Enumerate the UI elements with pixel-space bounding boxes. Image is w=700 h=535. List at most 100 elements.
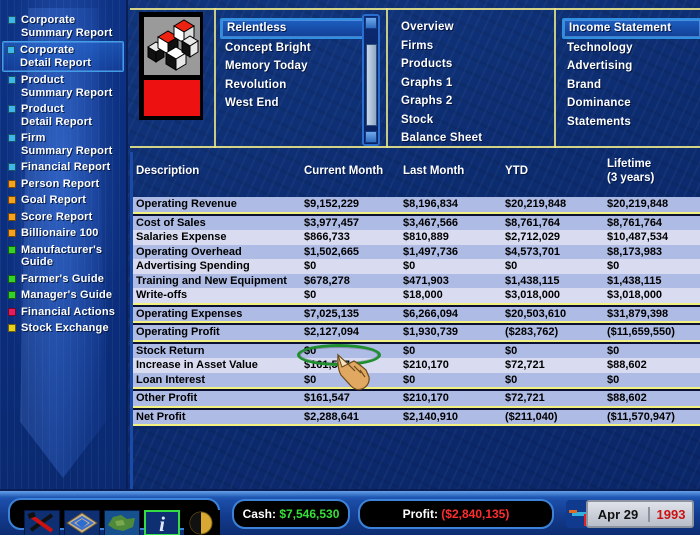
detail-item-advertising[interactable]: Advertising — [562, 57, 700, 76]
bullet-icon — [8, 134, 16, 142]
sidebar-item-2[interactable]: Product Summary Report — [3, 72, 123, 101]
table-row[interactable]: Loan Interest $0 $0 $0 $0 — [130, 372, 700, 387]
section-item-stock[interactable]: Stock — [396, 111, 546, 130]
row-description: Net Profit — [136, 410, 186, 423]
sidebar-item-label: Manager's Guide — [21, 289, 113, 301]
table-row[interactable]: Advertising Spending $0 $0 $0 $0 — [130, 259, 700, 274]
firm-item-relentless[interactable]: Relentless — [220, 18, 380, 39]
row-value: $8,761,764 — [607, 216, 663, 229]
compass-icon[interactable] — [184, 510, 220, 535]
row-value: $8,761,764 — [505, 216, 561, 229]
detail-item-statements[interactable]: Statements — [562, 113, 700, 132]
col-header-current-month: Current Month — [304, 165, 384, 177]
sidebar-item-7[interactable]: Goal Report — [3, 192, 123, 209]
sidebar-item-1[interactable]: Corporate Detail Report — [2, 41, 124, 72]
section-item-firms[interactable]: Firms — [396, 37, 546, 56]
row-value: $2,288,641 — [304, 410, 360, 423]
row-value: $2,712,029 — [505, 231, 561, 244]
firm-item-west-end[interactable]: West End — [220, 94, 380, 113]
row-description: Write-offs — [136, 289, 188, 302]
row-value: $10,487,534 — [607, 231, 669, 244]
detail-item-income-statement[interactable]: Income Statement — [562, 18, 700, 39]
table-row[interactable]: Increase in Asset Value $161,547 $210,170 $… — [130, 358, 700, 373]
sidebar-item-label: Corporate Detail Report — [20, 44, 92, 69]
table-row[interactable]: Other Profit $161,547 $210,170 $72,721 $88,6… — [130, 391, 700, 406]
scroll-up-button[interactable] — [365, 17, 377, 29]
table-row[interactable]: Operating Overhead $1,502,665 $1,497,736 $4… — [130, 244, 700, 259]
firm-item-memory-today[interactable]: Memory Today — [220, 57, 380, 76]
row-value: $72,721 — [505, 392, 545, 405]
row-value: $3,977,457 — [304, 216, 360, 229]
section-item-graphs-1[interactable]: Graphs 1 — [396, 74, 546, 93]
scrollbar-thumb[interactable] — [366, 44, 377, 126]
detail-item-technology[interactable]: Technology — [562, 39, 700, 58]
row-value: $3,018,000 — [607, 289, 663, 302]
bullet-icon — [8, 76, 16, 84]
firm-item-concept-bright[interactable]: Concept Bright — [220, 39, 380, 58]
row-value: $20,219,848 — [505, 198, 567, 211]
table-row[interactable]: Stock Return $0 $0 $0 $0 — [130, 343, 700, 358]
bullet-icon — [8, 324, 16, 332]
sidebar-item-label: Farmer's Guide — [21, 272, 105, 285]
row-description: Increase in Asset Value — [136, 359, 258, 372]
info-icon[interactable]: i — [144, 510, 180, 535]
tools-icon[interactable] — [24, 510, 60, 535]
cash-row: Cash: $7,546,530 — [243, 507, 340, 521]
row-value: $0 — [304, 344, 317, 357]
sidebar-item-13[interactable]: Financial Actions — [3, 304, 123, 321]
row-group-separator — [130, 424, 700, 429]
detail-item-dominance[interactable]: Dominance — [562, 94, 700, 113]
date-value: Apr 29 — [597, 506, 639, 522]
row-description: Training and New Equipment — [136, 274, 287, 287]
row-value: $1,438,115 — [607, 274, 662, 287]
section-menu: Overview Firms Products Graphs 1 Graphs … — [396, 18, 546, 148]
sidebar-item-11[interactable]: Farmer's Guide — [3, 271, 123, 288]
sidebar-item-0[interactable]: Corporate Summary Report — [3, 12, 123, 41]
sidebar-item-5[interactable]: Financial Report — [3, 159, 123, 176]
firm-item-revolution[interactable]: Revolution — [220, 76, 380, 95]
row-value: $678,278 — [304, 274, 350, 287]
table-row[interactable]: Write-offs $0 $18,000 $3,018,000 $3,018,000 — [130, 288, 700, 303]
sidebar-item-12[interactable]: Manager's Guide — [3, 287, 123, 304]
row-value: $18,000 — [403, 289, 443, 302]
table-row[interactable]: Training and New Equipment $678,278 $471,9… — [130, 273, 700, 288]
detail-item-brand[interactable]: Brand — [562, 76, 700, 95]
row-value: $866,733 — [304, 231, 350, 244]
table-row[interactable]: Operating Profit $2,127,094 $1,930,739 ($28… — [130, 325, 700, 340]
sidebar-item-8[interactable]: Score Report — [3, 209, 123, 226]
world-map-icon[interactable] — [104, 510, 140, 535]
bullet-icon — [8, 196, 16, 204]
bullet-icon — [8, 307, 16, 316]
row-value: $0 — [505, 260, 518, 273]
firm-list-scrollbar[interactable] — [362, 14, 380, 146]
table-row[interactable]: Operating Expenses $7,025,135 $6,266,094 $2… — [130, 306, 700, 321]
sidebar-item-10[interactable]: Manufacturer's Guide — [3, 242, 123, 271]
table-row[interactable]: Operating Revenue $9,152,229 $8,196,834 $20… — [130, 197, 700, 212]
profit-row: Profit: ($2,840,135) — [403, 507, 510, 521]
row-value: $0 — [304, 373, 317, 386]
sidebar-item-3[interactable]: Product Detail Report — [3, 101, 123, 130]
table-row[interactable]: Salaries Expense $866,733 $810,889 $2,712,0… — [130, 230, 700, 245]
row-value: $88,602 — [607, 392, 647, 405]
section-item-graphs-2[interactable]: Graphs 2 — [396, 92, 546, 111]
city-grid-icon[interactable] — [64, 510, 100, 535]
row-value: $9,152,229 — [304, 198, 360, 211]
row-value: $20,503,610 — [505, 307, 567, 320]
sidebar-item-14[interactable]: Stock Exchange — [3, 320, 123, 337]
sidebar-item-4[interactable]: Firm Summary Report — [3, 130, 123, 159]
section-item-overview[interactable]: Overview — [396, 18, 546, 37]
section-item-products[interactable]: Products — [396, 55, 546, 74]
section-item-balance-sheet[interactable]: Balance Sheet — [396, 129, 546, 148]
scroll-down-button[interactable] — [365, 131, 377, 143]
profit-value: ($2,840,135) — [441, 507, 510, 521]
table-row[interactable]: Cost of Sales $3,977,457 $3,467,566 $8,761,… — [130, 215, 700, 230]
sidebar-item-label: Manufacturer's Guide — [21, 243, 103, 269]
date-display[interactable]: Apr 29 1993 — [586, 500, 694, 528]
table-body: Operating Revenue $9,152,229 $8,196,834 $20… — [130, 197, 700, 429]
sidebar-list: Corporate Summary Report Corporate Detail … — [0, 0, 126, 337]
row-value: $0 — [607, 260, 620, 273]
sidebar-item-9[interactable]: Billionaire 100 — [3, 225, 123, 242]
sidebar-item-6[interactable]: Person Report — [3, 176, 123, 193]
table-row[interactable]: Net Profit $2,288,641 $2,140,910 ($211,040)… — [130, 409, 700, 424]
row-description: Advertising Spending — [136, 260, 250, 273]
